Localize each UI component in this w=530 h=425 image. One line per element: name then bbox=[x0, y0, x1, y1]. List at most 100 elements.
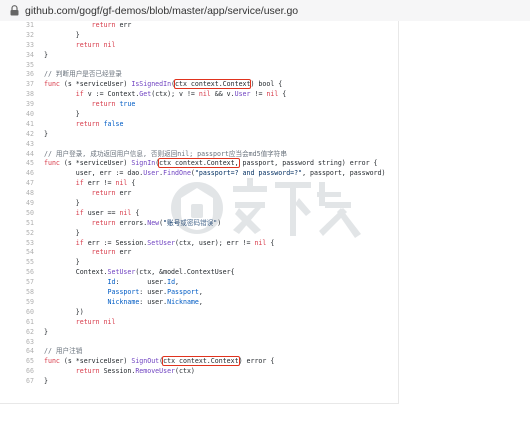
code-text: if err != nil { bbox=[34, 179, 136, 189]
code-text: } bbox=[34, 31, 80, 41]
code-text: }) bbox=[34, 308, 84, 318]
code-token: err := Session. bbox=[83, 238, 148, 247]
line-number[interactable]: 38 bbox=[0, 90, 34, 100]
line-number[interactable]: 35 bbox=[0, 61, 34, 71]
line-number[interactable]: 36 bbox=[0, 70, 34, 80]
line-number[interactable]: 48 bbox=[0, 189, 34, 199]
code-text: return errors.New("账号或密码错误") bbox=[34, 218, 222, 229]
line-number[interactable]: 58 bbox=[0, 288, 34, 298]
highlighted-param: ctx context.Context, bbox=[158, 158, 240, 169]
line-number[interactable]: 44 bbox=[0, 150, 34, 160]
code-token: } bbox=[44, 110, 80, 119]
code-text: if user == nil { bbox=[34, 208, 140, 219]
line-number[interactable]: 50 bbox=[0, 209, 34, 219]
line-number[interactable]: 51 bbox=[0, 219, 34, 229]
code-viewer: 31 return err 32 } 33 return nil 34} 35 36// … bbox=[0, 21, 399, 404]
line-number[interactable]: 54 bbox=[0, 248, 34, 258]
line-number[interactable]: 49 bbox=[0, 199, 34, 209]
line-number[interactable]: 32 bbox=[0, 31, 34, 41]
code-token: // 用户注销 bbox=[44, 347, 83, 356]
line-number[interactable]: 55 bbox=[0, 258, 34, 268]
line-number[interactable]: 64 bbox=[0, 347, 34, 357]
line-number[interactable]: 41 bbox=[0, 120, 34, 130]
line-number[interactable]: 52 bbox=[0, 229, 34, 239]
code-line: 33 return nil bbox=[0, 41, 398, 51]
code-text: return false bbox=[34, 120, 124, 130]
line-number[interactable]: 45 bbox=[0, 159, 34, 169]
line-number[interactable]: 47 bbox=[0, 179, 34, 189]
code-line: 57 Id: user.Id, bbox=[0, 278, 398, 288]
code-token: ) bbox=[217, 218, 222, 227]
line-number[interactable]: 63 bbox=[0, 338, 34, 348]
line-number[interactable]: 65 bbox=[0, 357, 34, 367]
code-token: SignOut bbox=[131, 357, 160, 366]
code-line: 60 }) bbox=[0, 308, 398, 318]
code-text: if err := Session.SetUser(ctx, user); er… bbox=[34, 238, 275, 249]
line-number[interactable]: 31 bbox=[0, 21, 34, 31]
line-number[interactable]: 39 bbox=[0, 100, 34, 110]
code-token: Nickname bbox=[167, 297, 199, 306]
code-text: if v := Context.Get(ctx); v != nil && v.… bbox=[34, 90, 287, 100]
code-token: RemoveUser bbox=[135, 367, 176, 376]
code-token: return bbox=[75, 317, 100, 326]
code-token: } bbox=[44, 377, 48, 386]
line-number[interactable]: 67 bbox=[0, 377, 34, 387]
line-number[interactable]: 60 bbox=[0, 308, 34, 318]
code-token: } bbox=[44, 228, 80, 237]
code-line: 43 bbox=[0, 140, 398, 150]
line-number[interactable]: 40 bbox=[0, 110, 34, 120]
code-token: ) error { bbox=[238, 357, 275, 366]
code-line: 66 return Session.RemoveUser(ctx) bbox=[0, 367, 398, 377]
code-line: 42} bbox=[0, 130, 398, 140]
code-line: 37 func (s *serviceUser) IsSignedIn(ctx c… bbox=[0, 79, 398, 90]
line-number[interactable]: 66 bbox=[0, 367, 34, 377]
code-token: }) bbox=[44, 307, 84, 316]
code-token: User bbox=[234, 90, 251, 99]
code-line: 34} bbox=[0, 51, 398, 61]
line-number[interactable]: 59 bbox=[0, 298, 34, 308]
line-number[interactable]: 56 bbox=[0, 268, 34, 278]
url-text[interactable]: github.com/gogf/gf-demos/blob/master/app… bbox=[25, 5, 298, 17]
line-number[interactable]: 33 bbox=[0, 41, 34, 51]
code-token: true bbox=[119, 100, 136, 109]
code-token: : user. bbox=[139, 288, 168, 297]
code-token: FindOne bbox=[163, 169, 191, 178]
line-number[interactable]: 57 bbox=[0, 278, 34, 288]
code-token: user == bbox=[83, 208, 120, 217]
line-number[interactable]: 34 bbox=[0, 51, 34, 61]
code-text: } bbox=[34, 377, 48, 387]
code-line: 59 Nickname: user.Nickname, bbox=[0, 298, 398, 308]
line-number[interactable]: 53 bbox=[0, 239, 34, 249]
code-text: return err bbox=[34, 189, 132, 199]
code-token: { bbox=[266, 238, 275, 247]
code-token: func bbox=[44, 80, 60, 89]
code-line: 55 } bbox=[0, 258, 398, 268]
line-number[interactable]: 42 bbox=[0, 130, 34, 140]
code-token: nil bbox=[115, 179, 128, 188]
code-line: 36 // 判断用户是否已经登录 bbox=[0, 70, 398, 80]
code-token: err bbox=[115, 189, 132, 198]
code-text: return nil bbox=[34, 41, 116, 51]
code-text: return Session.RemoveUser(ctx) bbox=[34, 367, 195, 377]
line-number[interactable]: 43 bbox=[0, 140, 34, 150]
line-number[interactable]: 61 bbox=[0, 318, 34, 328]
code-line: 62} bbox=[0, 328, 398, 338]
code-token: { bbox=[131, 208, 140, 217]
code-line: 52 } bbox=[0, 229, 398, 239]
line-number[interactable]: 46 bbox=[0, 169, 34, 179]
line-number[interactable]: 62 bbox=[0, 328, 34, 338]
code-text: Id: user.Id, bbox=[34, 278, 180, 288]
code-token: Passport bbox=[107, 288, 140, 297]
line-number[interactable]: 37 bbox=[0, 80, 34, 90]
